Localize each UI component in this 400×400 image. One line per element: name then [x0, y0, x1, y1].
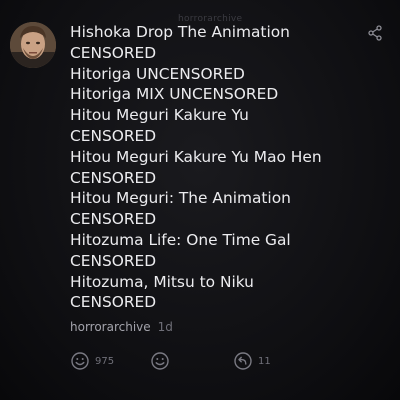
comment-line: CENSORED: [70, 251, 157, 270]
avatar[interactable]: [10, 22, 56, 68]
comment-line: CENSORED: [70, 43, 157, 62]
comment-line: Hishoka Drop The Animation: [70, 23, 290, 41]
reply-icon: [233, 351, 253, 371]
comment-meta: horrorarchive 1d: [70, 320, 173, 334]
comment-age: 1d: [157, 320, 173, 334]
like-button[interactable]: 975: [70, 351, 114, 371]
avatar-image: [10, 22, 56, 68]
comment-line: Hitoriga MIX UNCENSORED: [70, 85, 279, 104]
smile-like-icon: [70, 351, 90, 371]
comment-line: CENSORED: [70, 168, 157, 187]
comment-line: CENSORED: [70, 126, 157, 145]
react-button[interactable]: [150, 351, 170, 371]
reply-button[interactable]: 11: [233, 351, 271, 371]
comment-line: Hitou Meguri: The Animation: [70, 189, 291, 208]
comment-line: CENSORED: [70, 293, 157, 312]
comment-line: Hitou Meguri Kakure Yu: [70, 106, 249, 125]
comment-line: Hitozuma, Mitsu to Niku: [70, 272, 254, 291]
comment-line: Hitou Meguri Kakure Yu Mao Hen: [70, 147, 322, 166]
like-count: 975: [95, 355, 115, 367]
comment-body: Hishoka Drop The Animation CENSORED Hito…: [70, 22, 370, 313]
comment-line: CENSORED: [70, 210, 157, 229]
comment-line: Hitoriga UNCENSORED: [70, 64, 245, 83]
author-name[interactable]: horrorarchive: [70, 320, 151, 334]
reply-count: 11: [258, 355, 271, 367]
comment-line: Hitozuma Life: One Time Gal: [70, 230, 291, 249]
smile-add-icon: [150, 351, 170, 371]
comment-card: horrorarchive Hishoka Drop The Animation…: [0, 0, 400, 400]
